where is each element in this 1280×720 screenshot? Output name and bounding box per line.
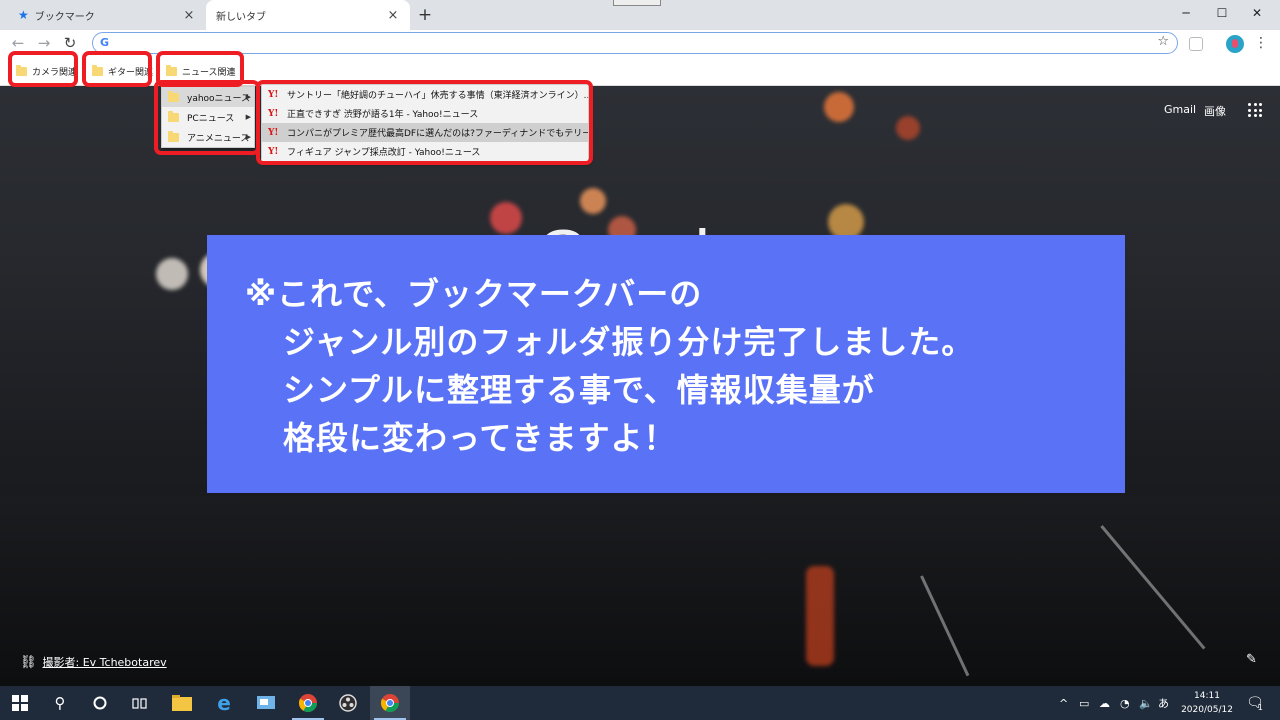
bookmark-label: ギター関連 — [108, 67, 154, 78]
background-light — [156, 258, 188, 290]
search-icon[interactable]: ⚲ — [40, 686, 80, 720]
google-g-icon: G — [100, 36, 110, 49]
bookmark-label: ニュース関連 — [182, 67, 236, 78]
chrome-icon[interactable] — [288, 686, 328, 720]
windows-start-icon[interactable] — [0, 686, 40, 720]
bookmark-folder-camera[interactable]: カメラ関連 — [12, 60, 81, 82]
submenu-item-label: 正直できすぎ 渋野が語る1年 - Yahoo!ニュース — [287, 110, 479, 120]
bookmark-folder-guitar[interactable]: ギター関連 — [88, 60, 157, 82]
news-folder-menu: yahooニュース ▶ PCニュース ▶ アニメニュース ▶ — [161, 86, 255, 148]
annotation-line: ジャンル別のフォルダ振り分け完了しました。 — [283, 323, 975, 361]
address-bar[interactable]: G ☆ — [92, 32, 1178, 54]
bookmark-label: カメラ関連 — [32, 67, 78, 78]
background-light — [824, 92, 854, 122]
close-window-button[interactable]: ✕ — [1234, 0, 1280, 26]
obs-icon[interactable] — [328, 686, 368, 720]
forward-button[interactable]: → — [34, 33, 54, 53]
background-light — [896, 116, 920, 140]
submenu-item[interactable]: Y! フィギュア ジャンプ採点改訂 - Yahoo!ニュース — [262, 142, 588, 161]
bookmark-folder-news[interactable]: ニュース関連 — [162, 60, 240, 82]
reload-button[interactable]: ↻ — [60, 33, 80, 53]
gmail-link[interactable]: Gmail — [1164, 103, 1196, 116]
annotation-box: ※これで、ブックマークバーの ジャンル別のフォルダ振り分け完了しました。 シンプ… — [207, 235, 1125, 493]
volume-icon[interactable]: 🔈 — [1139, 686, 1153, 720]
address-input[interactable] — [115, 35, 1145, 51]
street-surface — [0, 496, 1280, 686]
customize-pencil-icon[interactable]: ✎ — [1246, 652, 1257, 667]
app-icon[interactable] — [246, 686, 286, 720]
bookmark-star-icon[interactable]: ☆ — [1157, 34, 1169, 49]
clock-time: 14:11 — [1194, 691, 1220, 701]
file-explorer-icon[interactable] — [162, 686, 202, 720]
submenu-arrow-icon: ▶ — [245, 93, 251, 101]
cortana-icon[interactable] — [80, 686, 120, 720]
submenu-arrow-icon: ▶ — [245, 133, 251, 141]
tab-bookmarks[interactable]: ★ ブックマーク × — [8, 0, 206, 30]
folder-icon — [92, 64, 103, 76]
images-link[interactable]: 画像 — [1204, 103, 1226, 119]
link-icon: ⛓ — [20, 654, 37, 670]
clock-date: 2020/05/12 — [1181, 705, 1233, 715]
folder-icon — [166, 64, 177, 76]
background-light — [806, 566, 834, 666]
yahoo-news-submenu: Y! サントリー「絶好調のチューハイ」休売する事情（東洋経済オンライン）... … — [261, 84, 589, 162]
tray-overflow-icon[interactable]: ^ — [1059, 686, 1068, 720]
folder-icon — [168, 90, 179, 102]
background-light — [490, 202, 522, 234]
tab-title: ブックマーク — [34, 11, 95, 23]
menu-item-label: yahooニュース — [187, 93, 251, 104]
background-light — [580, 188, 606, 214]
submenu-item-label: コンパニがプレミア歴代最高DFに選んだのは?ファーディナンドでもテリーで... — [287, 129, 588, 139]
close-tab-icon[interactable]: × — [182, 8, 196, 23]
task-view-icon[interactable] — [120, 686, 160, 720]
menu-kebab-icon[interactable]: ⋮ — [1254, 33, 1268, 53]
notification-icon[interactable]: 🗨 1 — [1246, 686, 1264, 720]
extension-icon[interactable] — [1189, 37, 1203, 51]
wifi-icon[interactable]: ◔ — [1120, 686, 1130, 720]
yahoo-icon: Y! — [268, 89, 279, 100]
star-icon: ★ — [18, 8, 29, 22]
bookmarks-bar: カメラ関連 ギター関連 ニュース関連 — [0, 56, 1280, 86]
clock[interactable]: 14:11 2020/05/12 — [1178, 689, 1236, 717]
onedrive-icon[interactable]: ☁ — [1099, 686, 1110, 720]
submenu-item-label: フィギュア ジャンプ採点改訂 - Yahoo!ニュース — [287, 148, 481, 158]
chrome-active-icon[interactable] — [370, 686, 410, 720]
battery-icon[interactable]: ▭ — [1079, 686, 1089, 720]
tab-title: 新しいタブ — [216, 11, 266, 23]
annotation-line: 格段に変わってきますよ！ — [283, 419, 677, 457]
menu-item-label: アニメニュース — [187, 133, 250, 144]
windows-taskbar: ⚲ e ^ ▭ ☁ ◔ 🔈 あ 14:11 2020/05/12 🗨 1 — [0, 686, 1280, 720]
annotation-line: シンプルに整理する事で、情報収集量が — [283, 371, 875, 409]
window-drag-handle[interactable] — [613, 0, 661, 6]
back-button[interactable]: ← — [8, 33, 28, 53]
notification-count: 1 — [1257, 702, 1263, 712]
submenu-item[interactable]: Y! 正直できすぎ 渋野が語る1年 - Yahoo!ニュース — [262, 104, 588, 123]
yahoo-icon: Y! — [268, 146, 279, 157]
menu-item-yahoo-news[interactable]: yahooニュース ▶ — [162, 87, 254, 107]
browser-toolbar: ← → ↻ G ☆ ⋮ — [0, 30, 1280, 56]
apps-grid-icon[interactable] — [1248, 103, 1262, 117]
submenu-arrow-icon: ▶ — [245, 113, 251, 121]
yahoo-icon: Y! — [268, 108, 279, 119]
profile-avatar[interactable] — [1226, 35, 1244, 53]
close-tab-icon[interactable]: × — [386, 8, 400, 23]
new-tab-button[interactable]: + — [414, 4, 436, 26]
annotation-line: ※これで、ブックマークバーの — [245, 275, 703, 313]
internet-explorer-icon[interactable]: e — [204, 686, 244, 720]
submenu-item[interactable]: Y! コンパニがプレミア歴代最高DFに選んだのは?ファーディナンドでもテリーで.… — [262, 123, 588, 142]
photo-credit[interactable]: ⛓ 撮影者: Ev Tchebotarev — [20, 654, 167, 670]
credit-text: 撮影者: Ev Tchebotarev — [42, 656, 167, 669]
ime-indicator[interactable]: あ — [1158, 686, 1169, 720]
yahoo-icon: Y! — [268, 127, 279, 138]
menu-item-pc-news[interactable]: PCニュース ▶ — [162, 107, 254, 127]
folder-icon — [168, 110, 179, 122]
menu-item-label: PCニュース — [187, 113, 235, 124]
folder-icon — [16, 64, 27, 76]
tab-new-tab[interactable]: 新しいタブ × — [206, 0, 410, 30]
submenu-item-label: サントリー「絶好調のチューハイ」休売する事情（東洋経済オンライン）... — [287, 91, 588, 101]
folder-icon — [168, 130, 179, 142]
submenu-item[interactable]: Y! サントリー「絶好調のチューハイ」休売する事情（東洋経済オンライン）... — [262, 85, 588, 104]
menu-item-anime-news[interactable]: アニメニュース ▶ — [162, 127, 254, 147]
tab-strip: ★ ブックマーク × 新しいタブ × + ─ ☐ ✕ — [0, 0, 1280, 30]
